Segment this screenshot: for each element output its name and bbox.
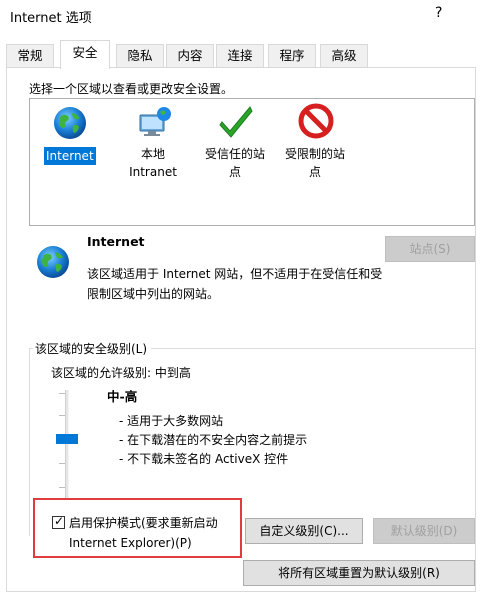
tab-advanced[interactable]: 高级	[320, 44, 368, 68]
zone-trusted-sites[interactable]: 受信任的站 点	[198, 99, 272, 199]
level-detail-item: - 不下载未签名的 ActiveX 控件	[119, 452, 289, 466]
restricted-icon	[298, 103, 334, 139]
zone-restricted-sites[interactable]: 受限制的站 点	[278, 99, 352, 199]
protected-mode-label[interactable]: 启用保护模式(要求重新启动 Internet Explorer)(P)	[69, 513, 239, 553]
security-panel: 选择一个区域以查看或更改安全设置。 Internet 本地 Intranet 受…	[6, 67, 476, 592]
zone-list: Internet 本地 Intranet 受信任的站 点 受限制的站 点	[29, 98, 475, 226]
globe-icon	[37, 246, 69, 278]
slider-tick	[59, 463, 65, 464]
sites-button[interactable]: 站点(S)	[385, 236, 475, 262]
help-button[interactable]: ?	[435, 5, 442, 21]
zone-label: Internet	[44, 147, 96, 165]
trusted-check-icon	[219, 106, 253, 138]
reset-all-zones-button[interactable]: 将所有区域重置为默认级别(R)	[243, 560, 475, 586]
custom-level-button[interactable]: 自定义级别(C)...	[245, 518, 363, 544]
security-level-name: 中-高	[107, 389, 138, 404]
zone-internet[interactable]: Internet	[40, 99, 100, 189]
security-level-slider-thumb[interactable]	[56, 434, 78, 444]
security-level-details: - 适用于大多数网站 - 在下载潜在的不安全内容之前提示 - 不下载未签名的 A…	[119, 412, 307, 469]
slider-tick	[59, 415, 65, 416]
slider-tick	[59, 393, 65, 394]
check-icon: ✓	[54, 514, 65, 528]
window-title: Internet 选项	[10, 11, 92, 26]
zone-intranet[interactable]: 本地 Intranet	[120, 99, 186, 199]
slider-tick	[59, 487, 65, 488]
zone-label: 本地 Intranet	[129, 147, 177, 179]
selected-zone-name: Internet	[87, 234, 145, 249]
tab-general[interactable]: 常规	[6, 44, 54, 68]
level-detail-item: - 在下载潜在的不安全内容之前提示	[119, 433, 308, 447]
security-level-slider-track[interactable]	[65, 390, 69, 500]
zone-label: 受信任的站 点	[204, 147, 265, 179]
allowed-levels: 该区域的允许级别: 中到高	[51, 366, 191, 380]
globe-icon	[54, 107, 86, 139]
tab-security[interactable]: 安全	[60, 40, 110, 69]
selected-zone-description: 该区域适用于 Internet 网站，但不适用于在受信任和受限制区域中列出的网站…	[87, 267, 383, 301]
level-detail-item: - 适用于大多数网站	[119, 414, 224, 428]
zone-label: 受限制的站 点	[284, 147, 345, 179]
protected-mode-checkbox[interactable]: ✓	[52, 514, 65, 529]
zone-prompt: 选择一个区域以查看或更改安全设置。	[29, 82, 234, 96]
tab-programs[interactable]: 程序	[268, 44, 316, 68]
tab-content[interactable]: 内容	[166, 44, 214, 68]
title-bar: Internet 选项 ?	[0, 0, 481, 32]
default-level-button[interactable]: 默认级别(D)	[373, 518, 475, 544]
security-level-title: 该区域的安全级别(L)	[33, 340, 152, 357]
intranet-icon	[139, 107, 171, 136]
tab-privacy[interactable]: 隐私	[116, 44, 164, 68]
tab-connections[interactable]: 连接	[216, 44, 264, 68]
